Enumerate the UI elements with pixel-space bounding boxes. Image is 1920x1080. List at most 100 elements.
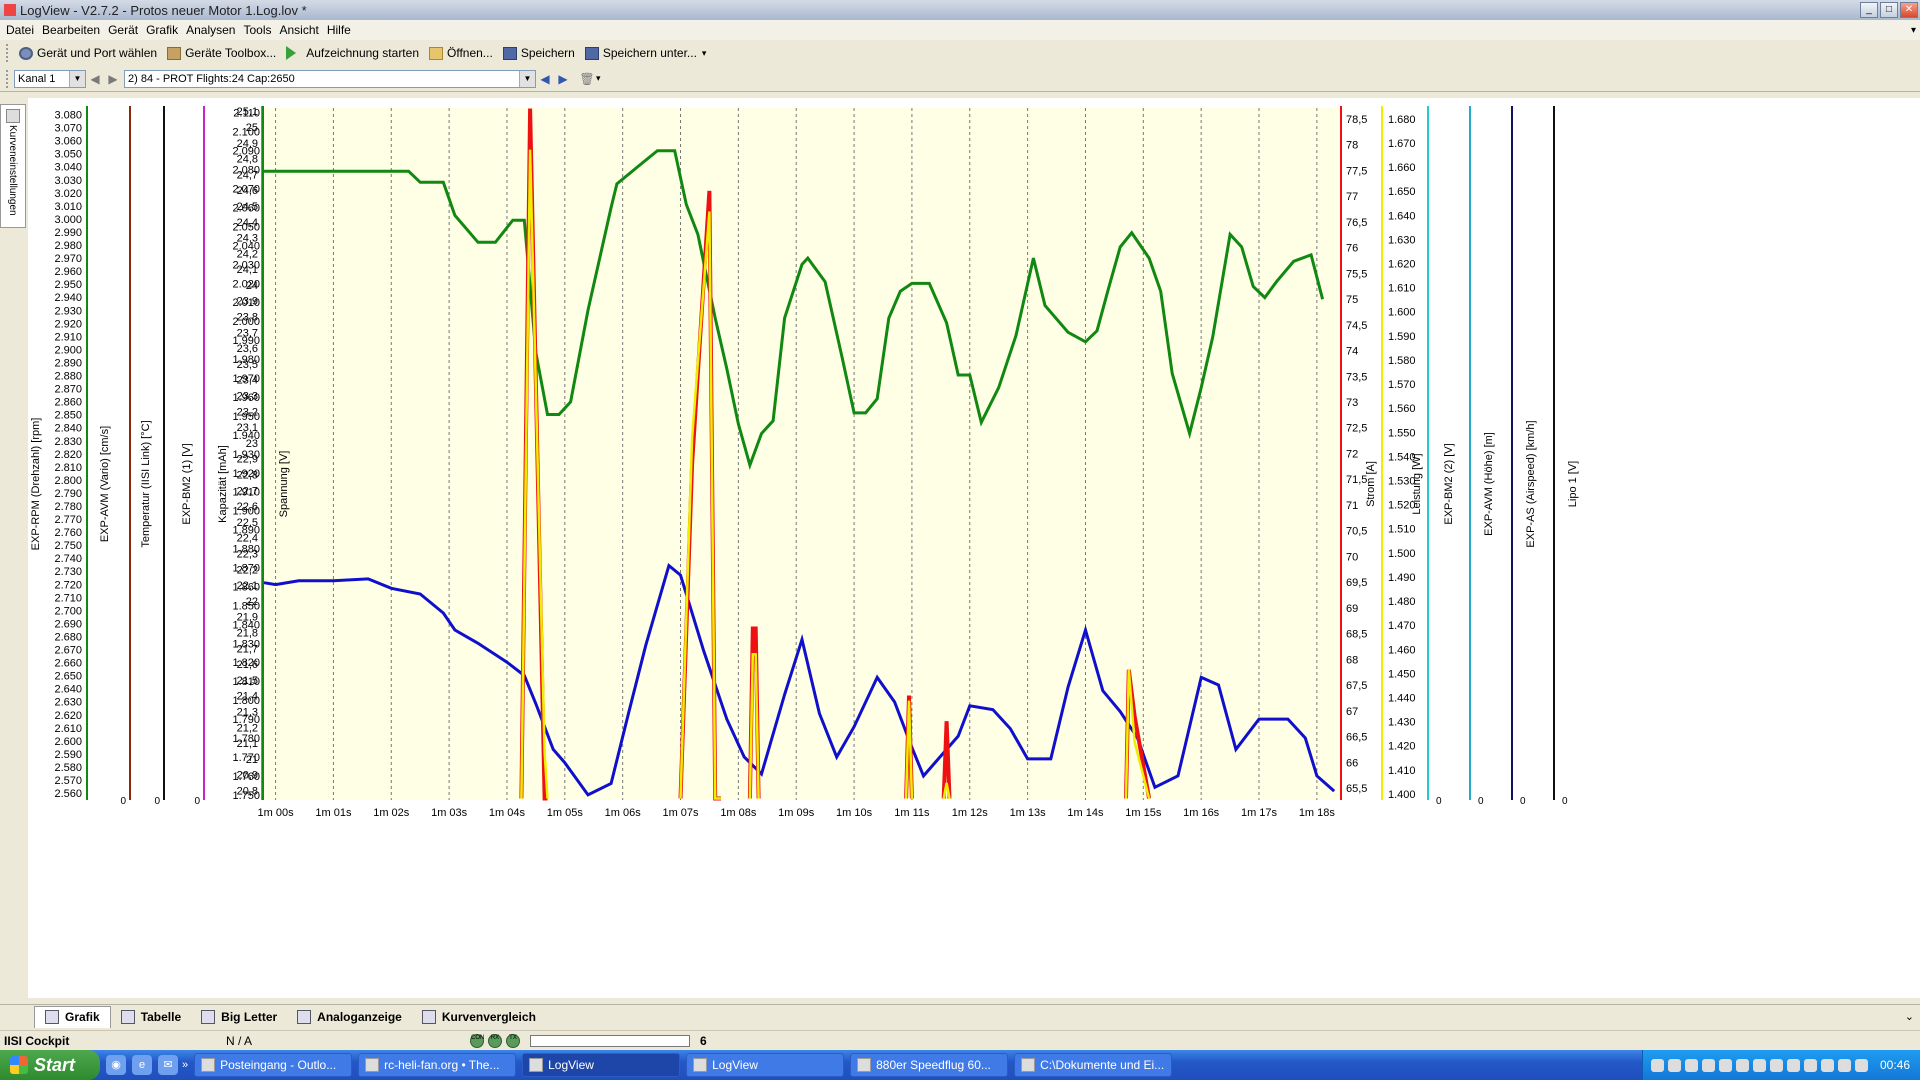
graph-icon [45, 1010, 59, 1024]
y-tick-label: 24 [246, 280, 258, 292]
tab-tabelle[interactable]: Tabelle [111, 1006, 191, 1028]
toolbar-overflow-icon[interactable]: ▾ [702, 48, 707, 59]
tray-icon[interactable] [1718, 1058, 1732, 1072]
y-tick-label: 78 [1346, 140, 1358, 152]
tray-icon[interactable] [1837, 1058, 1851, 1072]
tray-icon[interactable] [1684, 1058, 1698, 1072]
y-tick-label: 2.730 [54, 566, 82, 578]
y-tick-label: 3.060 [54, 136, 82, 148]
tray-icon[interactable] [1803, 1058, 1817, 1072]
menu-datei[interactable]: Datei [2, 23, 38, 37]
tab-analoganzeige[interactable]: Analoganzeige [287, 1006, 412, 1028]
quicklaunch-desktop-icon[interactable]: ◉ [106, 1055, 126, 1075]
task-browser[interactable]: rc-heli-fan.org • The... [358, 1053, 517, 1077]
y-tick-label: 24,4 [237, 217, 258, 229]
y-tick-label: 22,3 [237, 549, 258, 561]
minimize-button[interactable]: _ [1860, 2, 1878, 18]
task-logview-2[interactable]: LogView [686, 1053, 845, 1077]
menu-grafik[interactable]: Grafik [142, 23, 182, 37]
y-tick-label: 23,1 [237, 422, 258, 434]
tabs-chevron-icon[interactable]: ⌄ [1905, 1010, 1914, 1023]
y-tick-label: 2.650 [54, 671, 82, 683]
x-tick-label: 1m 14s [1067, 807, 1104, 819]
channel-select[interactable]: Kanal 1 ▼ [14, 69, 86, 88]
menu-ansicht[interactable]: Ansicht [275, 23, 322, 37]
toolbar-grip-2[interactable] [6, 69, 10, 88]
task-explorer[interactable]: C:\Dokumente und Ei... [1014, 1053, 1173, 1077]
flight-select[interactable]: 2) 84 - PROT Flights:24 Cap:2650 ▼ [124, 69, 536, 88]
menu-hilfe[interactable]: Hilfe [323, 23, 355, 37]
axis-zero-label: 0 [1436, 796, 1442, 807]
save-as-button[interactable]: Speichern unter... [580, 44, 702, 62]
y-tick-label: 2.880 [54, 371, 82, 383]
y-tick-label: 2.910 [54, 331, 82, 343]
y-tick-label: 75 [1346, 294, 1358, 306]
tray-icon[interactable] [1786, 1058, 1800, 1072]
task-logview-1[interactable]: LogView [522, 1053, 681, 1077]
y-tick-label: 2.810 [54, 462, 82, 474]
y-tick-label: 1.630 [1388, 234, 1416, 246]
x-tick-label: 1m 12s [952, 807, 989, 819]
y-tick-label: 73 [1346, 397, 1358, 409]
quicklaunch-ie-icon[interactable]: e [132, 1055, 152, 1075]
settings-tab-icon [6, 109, 20, 123]
prev-flight-icon[interactable]: ◀ [536, 70, 554, 88]
browser-icon [365, 1058, 380, 1072]
task-speedflug[interactable]: 880er Speedflug 60... [850, 1053, 1009, 1077]
next-flight-icon[interactable]: ▶ [554, 70, 572, 88]
x-tick-label: 1m 05s [547, 807, 584, 819]
menu-bearbeiten[interactable]: Bearbeiten [38, 23, 104, 37]
tray-icon[interactable] [1667, 1058, 1681, 1072]
start-button[interactable]: Start [0, 1050, 100, 1080]
y-tick-label: 2.830 [54, 436, 82, 448]
delete-icon[interactable]: 🗑 [578, 70, 596, 88]
start-record-button[interactable]: Aufzeichnung starten [281, 44, 424, 62]
tray-icon[interactable] [1820, 1058, 1834, 1072]
tab-kurvenvergleich[interactable]: Kurvenvergleich [412, 1006, 546, 1028]
y-tick-label: 22 [246, 596, 258, 608]
tray-icon[interactable] [1650, 1058, 1664, 1072]
y-tick-label: 22,1 [237, 580, 258, 592]
x-tick-label: 1m 18s [1299, 807, 1336, 819]
quicklaunch-more-icon[interactable]: » [182, 1059, 188, 1071]
menu-geraet[interactable]: Gerät [104, 23, 142, 37]
menu-overflow-icon[interactable]: ▾ [1911, 25, 1916, 36]
curve-settings-tab[interactable]: Kurveneinstellungen [0, 104, 26, 228]
y-tick-label: 1.480 [1388, 596, 1416, 608]
y-tick-label: 3.070 [54, 123, 82, 135]
y-tick-label: 2.680 [54, 631, 82, 643]
device-port-button[interactable]: Gerät und Port wählen [14, 44, 162, 62]
tab-big-letter[interactable]: Big Letter [191, 1006, 287, 1028]
tray-icon[interactable] [1769, 1058, 1783, 1072]
chart-area[interactable]: 1m 00s 1m 01s 1m 02s 1m 03s 1m 04s 1m 05s 1m 0… [28, 98, 1920, 998]
tray-icon[interactable] [1854, 1058, 1868, 1072]
y-tick-label: 21,8 [237, 628, 258, 640]
tray-icon[interactable] [1735, 1058, 1749, 1072]
tray-icon[interactable] [1752, 1058, 1766, 1072]
y-tick-label: 2.690 [54, 618, 82, 630]
open-button[interactable]: Öffnen... [424, 44, 498, 62]
tray-icon[interactable] [1701, 1058, 1715, 1072]
tab-grafik[interactable]: Grafik [34, 1005, 111, 1028]
close-button[interactable]: ✕ [1900, 2, 1918, 18]
task-outlook[interactable]: Posteingang - Outlo... [194, 1053, 353, 1077]
toolbar2-overflow-icon[interactable]: ▾ [596, 73, 601, 84]
next-channel-icon[interactable]: ▶ [104, 70, 122, 88]
y-tick-label: 1.580 [1388, 355, 1416, 367]
quicklaunch-mail-icon[interactable]: ✉ [158, 1055, 178, 1075]
toolbar-grip[interactable] [6, 44, 10, 62]
x-tick-label: 1m 15s [1125, 807, 1162, 819]
menu-analysen[interactable]: Analysen [182, 23, 239, 37]
tx-led-icon: TX [506, 1033, 520, 1048]
line-chart[interactable]: 1m 00s 1m 01s 1m 02s 1m 03s 1m 04s 1m 05s 1m 0… [28, 98, 1920, 998]
save-button[interactable]: Speichern [498, 44, 580, 62]
prev-channel-icon[interactable]: ◀ [86, 70, 104, 88]
y-tick-label: 1.560 [1388, 403, 1416, 415]
y-tick-label: 2.570 [54, 775, 82, 787]
toolbox-button[interactable]: Geräte Toolbox... [162, 44, 281, 62]
device-icon [19, 46, 33, 60]
maximize-button[interactable]: □ [1880, 2, 1898, 18]
y-tick-label: 22,8 [237, 470, 258, 482]
menu-tools[interactable]: Tools [239, 23, 275, 37]
x-tick-label: 1m 00s [258, 807, 295, 819]
